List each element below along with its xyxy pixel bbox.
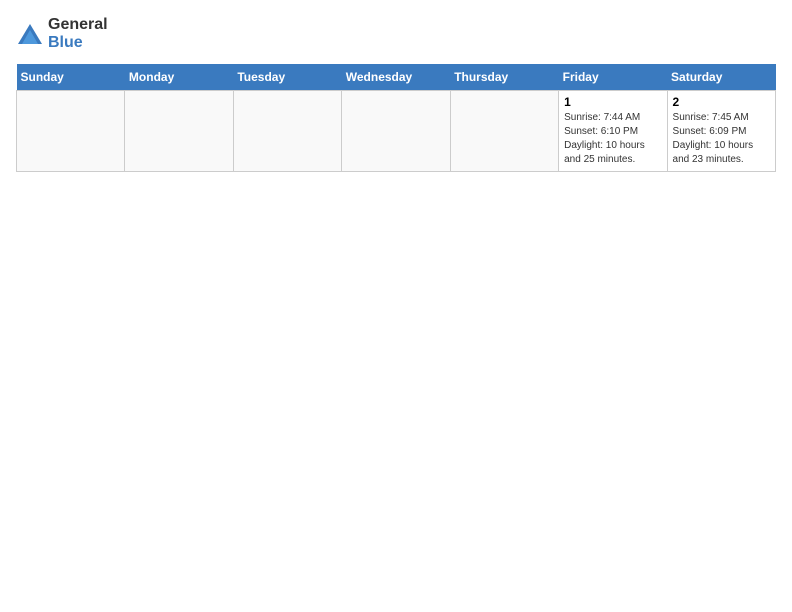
day-header-thursday: Thursday (450, 64, 558, 91)
calendar-table: SundayMondayTuesdayWednesdayThursdayFrid… (16, 64, 776, 172)
day-header-monday: Monday (125, 64, 233, 91)
calendar-cell (233, 91, 341, 172)
day-number: 2 (673, 95, 770, 109)
day-info: Sunrise: 7:44 AM Sunset: 6:10 PM Dayligh… (564, 111, 661, 167)
day-header-friday: Friday (559, 64, 667, 91)
header: General Blue (16, 16, 776, 52)
logo-text: General Blue (48, 16, 108, 52)
calendar-cell: 2 Sunrise: 7:45 AM Sunset: 6:09 PM Daylig… (667, 91, 775, 172)
calendar-cell (342, 91, 450, 172)
day-header-tuesday: Tuesday (233, 64, 341, 91)
day-header-saturday: Saturday (667, 64, 775, 91)
calendar-cell (17, 91, 125, 172)
calendar-cell (450, 91, 558, 172)
week-row-1: 1 Sunrise: 7:44 AM Sunset: 6:10 PM Daylig… (17, 91, 776, 172)
day-header-sunday: Sunday (17, 64, 125, 91)
logo: General Blue (16, 16, 108, 52)
logo-icon (16, 20, 44, 48)
calendar-cell (125, 91, 233, 172)
calendar-body: 1 Sunrise: 7:44 AM Sunset: 6:10 PM Daylig… (17, 91, 776, 172)
calendar-header-row: SundayMondayTuesdayWednesdayThursdayFrid… (17, 64, 776, 91)
day-header-wednesday: Wednesday (342, 64, 450, 91)
calendar-cell: 1 Sunrise: 7:44 AM Sunset: 6:10 PM Daylig… (559, 91, 667, 172)
day-info: Sunrise: 7:45 AM Sunset: 6:09 PM Dayligh… (673, 111, 770, 167)
day-number: 1 (564, 95, 661, 109)
